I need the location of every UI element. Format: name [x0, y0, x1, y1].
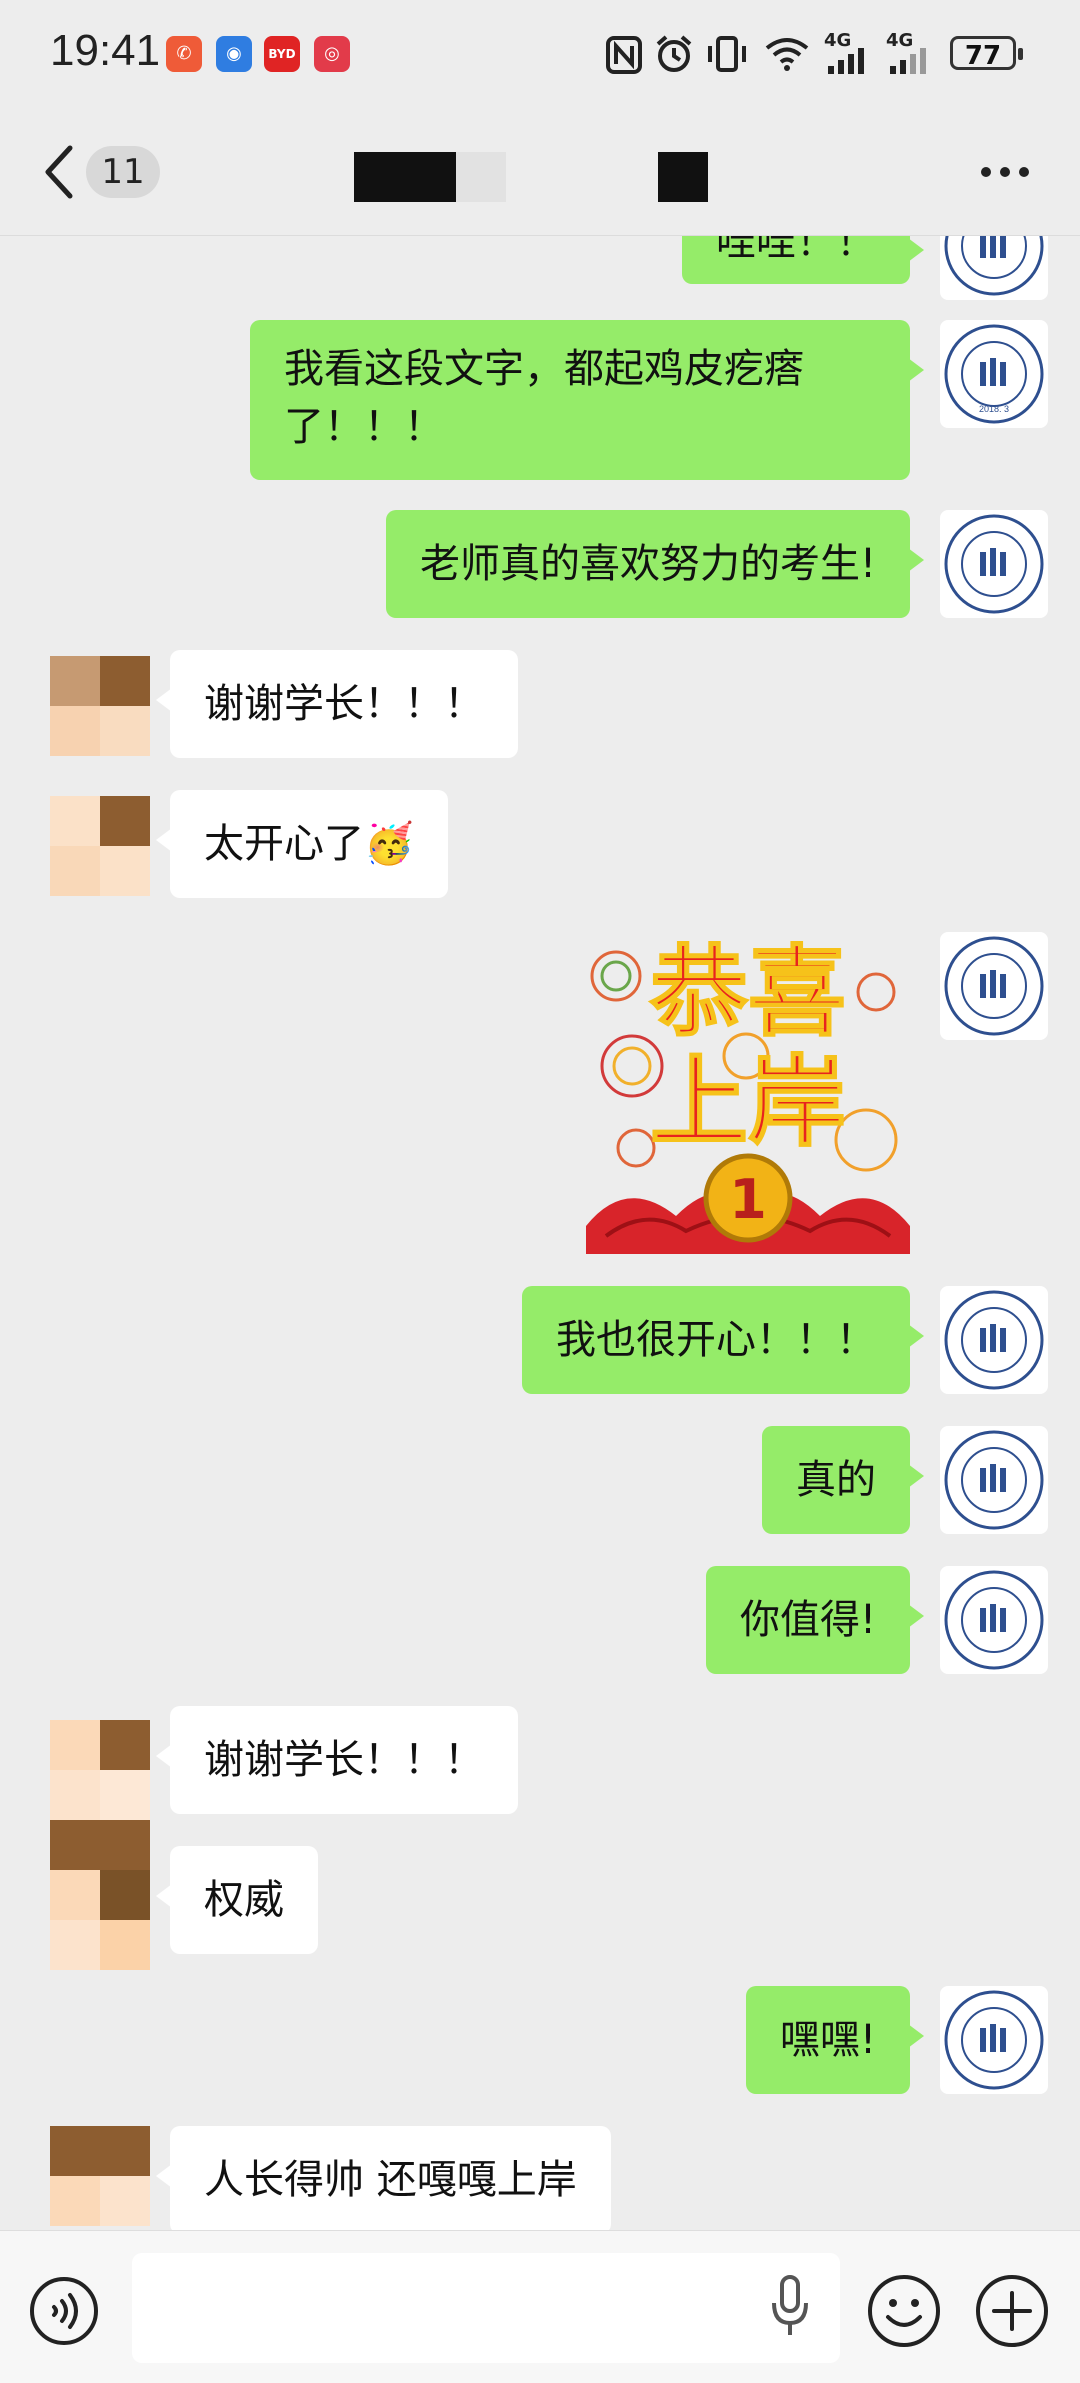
self-avatar[interactable]: [940, 1426, 1048, 1534]
self-avatar[interactable]: [940, 932, 1048, 1040]
message-bubble-outgoing[interactable]: 我看这段文字，都起鸡皮疙瘩 了！！！: [250, 320, 924, 480]
message-bubble-outgoing[interactable]: 嘿嘿!: [745, 1986, 925, 2094]
message-bubble-incoming[interactable]: 人长得帅 还嘎嘎上岸: [156, 2126, 611, 2230]
message-bubble-incoming[interactable]: 谢谢学长！！！: [156, 1706, 518, 1814]
school-logo-icon: [944, 236, 1044, 296]
signal-icon-2: [890, 48, 926, 74]
back-arrow-icon[interactable]: [40, 142, 80, 202]
emoji-icon[interactable]: [866, 2273, 942, 2349]
contact-avatar-pixelated[interactable]: [50, 1820, 150, 1970]
self-avatar[interactable]: [940, 1566, 1048, 1674]
message-text: 人长得帅 还嘎嘎上岸: [204, 2157, 577, 2203]
unread-count-badge[interactable]: 11: [86, 146, 160, 198]
message-bubble-incoming[interactable]: 权威: [156, 1846, 318, 1954]
vibrate-icon: [708, 36, 746, 72]
alarm-icon: [656, 35, 692, 72]
message-bubble-outgoing[interactable]: 老师真的喜欢努力的考生!: [385, 510, 925, 618]
contact-avatar-pixelated[interactable]: [50, 656, 150, 756]
self-avatar[interactable]: [940, 1286, 1048, 1394]
nfc-icon: [606, 36, 642, 74]
chat-header: 11: [0, 110, 1080, 236]
message-bubble-outgoing[interactable]: 哇哇！！: [682, 236, 924, 284]
sticker-badge: 1: [729, 1168, 767, 1231]
byd-app-icon: BYD: [264, 36, 300, 72]
voice-input-icon[interactable]: [28, 2275, 100, 2347]
sticker-image: 1 恭喜 上岸: [586, 935, 910, 1254]
target-app-icon: ◎: [314, 36, 350, 72]
message-bubble-incoming[interactable]: 谢谢学长！！！: [156, 650, 518, 758]
school-logo-icon: [944, 514, 1044, 614]
self-avatar[interactable]: [940, 236, 1048, 300]
message-text: 嘿嘿!: [779, 2017, 876, 2063]
logo-year: 2018. 3: [979, 404, 1009, 414]
sticker-line-2: 上岸: [650, 1046, 846, 1160]
redacted-title-blur: [456, 152, 506, 202]
school-logo-icon: [944, 1430, 1044, 1530]
message-bubble-outgoing[interactable]: 我也很开心！！！: [522, 1286, 924, 1394]
more-options-icon[interactable]: [980, 166, 1030, 178]
redacted-title-block: [354, 152, 456, 202]
message-text-line-2: 了！！！: [284, 404, 444, 450]
redacted-title-block-2: [658, 152, 708, 202]
signal-icon-1: [828, 48, 864, 74]
school-logo-icon: [944, 1570, 1044, 1670]
message-text: 太开心了🥳: [204, 821, 414, 867]
contact-avatar-pixelated[interactable]: [50, 1720, 150, 1820]
wifi-icon: [765, 38, 809, 71]
contact-avatar-pixelated[interactable]: [50, 2126, 150, 2226]
sticker-congrats[interactable]: 1 恭喜 上岸: [586, 926, 910, 1254]
message-text: 老师真的喜欢努力的考生!: [419, 541, 876, 587]
microphone-icon[interactable]: [770, 2271, 810, 2341]
message-text: 谢谢学长！！！: [204, 1737, 484, 1783]
message-text: 权威: [204, 1877, 284, 1923]
message-bubble-outgoing[interactable]: 你值得!: [705, 1566, 925, 1674]
sticker-line-1: 恭喜: [649, 936, 846, 1050]
message-text: 真的: [796, 1457, 876, 1503]
school-logo-icon: [944, 936, 1044, 1036]
message-list[interactable]: 哇哇！！ 我看这段文字，都起鸡皮疙瘩 了！！！ 2018. 3 老师真的喜欢努力…: [0, 236, 1080, 2230]
school-logo-icon: [944, 1290, 1044, 1390]
self-avatar[interactable]: [940, 510, 1048, 618]
message-input[interactable]: [132, 2253, 840, 2363]
message-text: 我也很开心！！！: [556, 1317, 876, 1363]
message-text: 谢谢学长！！！: [204, 681, 484, 727]
status-bar: 19:41 ✆ ◉ BYD ◎ 4G 4G 77: [0, 0, 1080, 110]
contact-avatar-pixelated[interactable]: [50, 796, 150, 896]
school-logo-icon: 2018. 3: [944, 324, 1044, 424]
message-text: 哇哇！！: [716, 236, 876, 265]
message-bubble-outgoing[interactable]: 真的: [762, 1426, 924, 1534]
message-bubble-incoming[interactable]: 太开心了🥳: [156, 790, 448, 898]
app-notification-icon: ◉: [216, 36, 252, 72]
plus-more-icon[interactable]: [974, 2273, 1050, 2349]
status-time: 19:41: [50, 26, 161, 75]
missed-call-icon: ✆: [166, 36, 202, 72]
battery-indicator: 77: [950, 36, 1023, 71]
message-text: 你值得!: [739, 1597, 876, 1643]
input-bar: [0, 2230, 1080, 2383]
school-logo-icon: [944, 1990, 1044, 2090]
self-avatar[interactable]: [940, 1986, 1048, 2094]
message-text-line-1: 我看这段文字，都起鸡皮疙瘩: [284, 346, 804, 392]
self-avatar[interactable]: 2018. 3: [940, 320, 1048, 428]
